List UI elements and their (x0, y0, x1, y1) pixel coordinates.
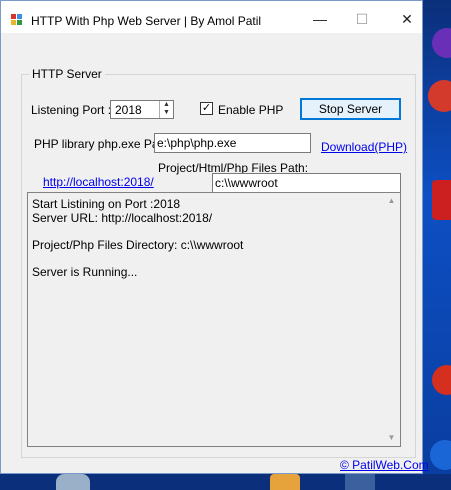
maximize-icon[interactable]: ☐ (349, 9, 375, 29)
minimize-icon[interactable]: — (307, 9, 333, 29)
close-icon[interactable]: ✕ (394, 9, 420, 29)
desktop-shortcut-icon[interactable] (430, 440, 451, 470)
scroll-down-icon[interactable]: ▼ (383, 431, 400, 445)
enable-php-label[interactable]: Enable PHP (218, 103, 283, 117)
desktop-shortcut-icon[interactable] (428, 80, 451, 112)
php-path-label: PHP library php.exe Path: (34, 137, 172, 151)
localhost-link[interactable]: http://localhost:2018/ (43, 175, 154, 189)
log-line: Server is Running... (32, 264, 138, 279)
log-lines: Start Listining on Port :2018 Server URL… (32, 197, 244, 279)
port-stepper[interactable]: 2018 ▲ ▼ (110, 100, 174, 119)
window-title: HTTP With Php Web Server | By Amol Patil (31, 14, 262, 28)
desktop-shortcut-icon[interactable] (432, 28, 451, 58)
listening-port-label: Listening Port : (31, 103, 112, 117)
stop-server-button[interactable]: Stop Server (300, 98, 401, 120)
spin-down-icon[interactable]: ▼ (160, 109, 173, 117)
desktop-shortcut-icon[interactable] (432, 180, 451, 220)
log-line: Start Listining on Port :2018 (32, 197, 181, 211)
vertical-scrollbar[interactable]: ▲ ▼ (383, 193, 400, 446)
download-php-link[interactable]: Download(PHP) (321, 140, 407, 154)
title-bar[interactable]: HTTP With Php Web Server | By Amol Patil… (1, 1, 422, 33)
taskbar-app-icon[interactable] (345, 474, 375, 490)
desktop-shortcut-icon[interactable] (432, 365, 451, 395)
taskbar (0, 474, 451, 490)
app-window: HTTP With Php Web Server | By Amol Patil… (0, 0, 429, 474)
taskbar-app-icon[interactable] (270, 474, 300, 490)
spinner-arrows[interactable]: ▲ ▼ (159, 101, 173, 118)
server-log-textarea[interactable]: Start Listining on Port :2018 Server URL… (27, 192, 401, 447)
php-path-input[interactable]: e:\php\php.exe (154, 133, 311, 153)
scroll-up-icon[interactable]: ▲ (383, 194, 400, 208)
group-label: HTTP Server (29, 67, 105, 81)
enable-php-checkbox[interactable]: ✓ (200, 102, 213, 115)
log-line: Project/Php Files Directory: c:\\wwwroot (32, 237, 244, 252)
taskbar-app-icon[interactable] (56, 474, 90, 490)
port-value[interactable]: 2018 (115, 103, 142, 117)
project-path-input[interactable]: c:\\wwwroot (212, 173, 401, 193)
log-line: Server URL: http://localhost:2018/ (32, 210, 213, 225)
app-icon (11, 14, 23, 26)
patilweb-link[interactable]: © PatilWeb.Com (340, 458, 429, 472)
spin-up-icon[interactable]: ▲ (160, 101, 173, 109)
